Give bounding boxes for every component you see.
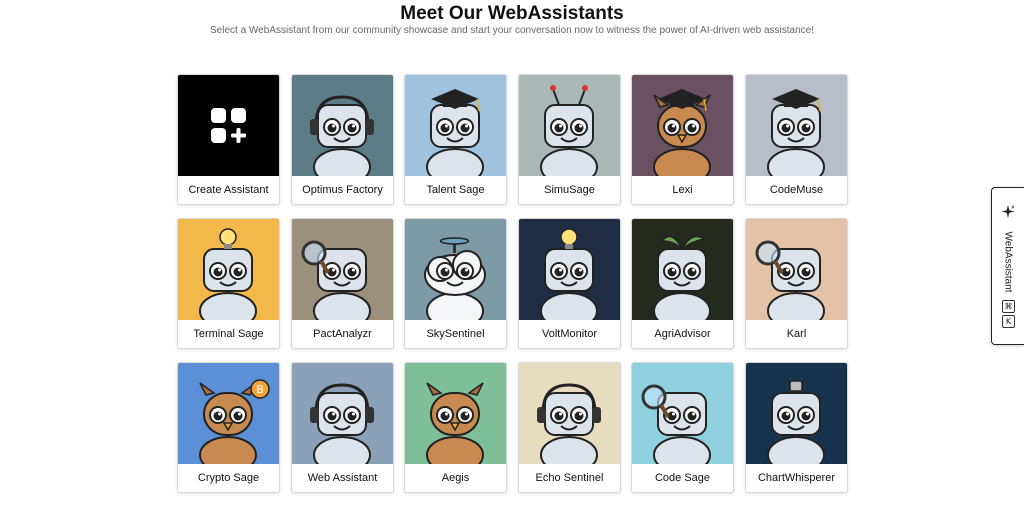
assistant-name: Terminal Sage [193, 328, 264, 340]
assistant-card[interactable]: SimuSage [518, 74, 621, 205]
plant-robot-icon [653, 235, 711, 320]
assistant-name: SkySentinel [426, 328, 485, 340]
robot-headset-icon [310, 95, 374, 176]
assistant-avatar [292, 219, 393, 320]
keyboard-shortcut: ⌘ K [1002, 300, 1015, 330]
assistant-name: Create Assistant [188, 184, 269, 196]
assistant-card[interactable]: PactAnalyzr [291, 218, 394, 349]
assistant-card[interactable]: Optimus Factory [291, 74, 394, 205]
assistant-name: Web Assistant [307, 472, 378, 484]
svg-text:B: B [256, 383, 264, 396]
robot-antenna-icon [540, 85, 598, 176]
assistant-name: Optimus Factory [302, 184, 383, 196]
assistant-name: SimuSage [544, 184, 595, 196]
side-tab-label: WebAssistant [1002, 231, 1014, 293]
assistant-card[interactable]: Talent Sage [404, 74, 507, 205]
robot-magnifier-icon [301, 240, 371, 320]
webassistant-side-tab[interactable]: WebAssistant ⌘ K [991, 187, 1024, 345]
assistant-name: Code Sage [654, 472, 711, 484]
k-key: K [1002, 315, 1015, 328]
page-subtitle: Select a WebAssistant from our community… [210, 25, 814, 36]
assistant-avatar [632, 219, 733, 320]
page-title: Meet Our WebAssistants [400, 3, 624, 24]
assistant-avatar [292, 75, 393, 176]
robot-headset-icon [310, 383, 374, 464]
assistant-avatar [746, 363, 847, 464]
assistant-name: Lexi [672, 184, 693, 196]
assistant-avatar [746, 219, 847, 320]
assistant-card[interactable]: VoltMonitor [518, 218, 621, 349]
robot-chart-icon [767, 380, 825, 464]
assistant-name: CodeMuse [769, 184, 824, 196]
assistant-avatar [405, 75, 506, 176]
command-key: ⌘ [1002, 300, 1015, 313]
assistant-name: Aegis [441, 472, 470, 484]
assistant-avatar [178, 75, 279, 176]
assistant-avatar [632, 75, 733, 176]
robot-lightbulb-icon [540, 228, 598, 320]
assistant-grid: Create Assistant Optimus Factory Talent Sa… [177, 74, 848, 494]
assistant-avatar [519, 219, 620, 320]
create-icon [211, 108, 246, 143]
assistant-avatar [292, 363, 393, 464]
create-assistant-card[interactable]: Create Assistant [177, 74, 280, 205]
robot-headphones-icon [537, 383, 601, 464]
assistant-card[interactable]: SkySentinel [404, 218, 507, 349]
assistant-card[interactable]: Web Assistant [291, 362, 394, 493]
assistant-name: AgriAdvisor [654, 328, 711, 340]
robot-graduate-icon [426, 89, 484, 176]
assistant-card[interactable]: B Crypto Sage [177, 362, 280, 493]
assistant-card[interactable]: Lexi [631, 74, 734, 205]
assistant-avatar: B [178, 363, 279, 464]
assistant-avatar [405, 363, 506, 464]
assistant-avatar [746, 75, 847, 176]
assistant-name: Crypto Sage [197, 472, 260, 484]
assistant-avatar [519, 75, 620, 176]
assistant-card[interactable]: ChartWhisperer [745, 362, 848, 493]
robot-graduate-icon [767, 89, 825, 176]
assistant-card[interactable]: Terminal Sage [177, 218, 280, 349]
owl-icon [426, 382, 484, 464]
assistant-name: PactAnalyzr [313, 328, 372, 340]
assistant-card[interactable]: Karl [745, 218, 848, 349]
assistant-avatar [519, 363, 620, 464]
assistant-name: Talent Sage [426, 184, 485, 196]
assistant-card[interactable]: Code Sage [631, 362, 734, 493]
assistant-name: Echo Sentinel [535, 472, 604, 484]
assistant-avatar [405, 219, 506, 320]
robot-magnifier-icon [755, 240, 825, 320]
assistant-card[interactable]: AgriAdvisor [631, 218, 734, 349]
owl-graduate-icon [653, 89, 711, 176]
assistant-avatar [178, 219, 279, 320]
sparkle-icon [1000, 204, 1016, 225]
assistant-name: ChartWhisperer [757, 472, 836, 484]
owl-bitcoin-icon: B [199, 379, 270, 464]
cloud-propeller-icon [424, 237, 486, 320]
assistant-name: VoltMonitor [541, 328, 598, 340]
robot-magnifier-icon [641, 384, 711, 464]
robot-lightbulb-icon [199, 228, 257, 320]
assistant-card[interactable]: CodeMuse [745, 74, 848, 205]
assistant-card[interactable]: Echo Sentinel [518, 362, 621, 493]
assistant-avatar [632, 363, 733, 464]
assistant-card[interactable]: Aegis [404, 362, 507, 493]
assistant-name: Karl [786, 328, 807, 340]
